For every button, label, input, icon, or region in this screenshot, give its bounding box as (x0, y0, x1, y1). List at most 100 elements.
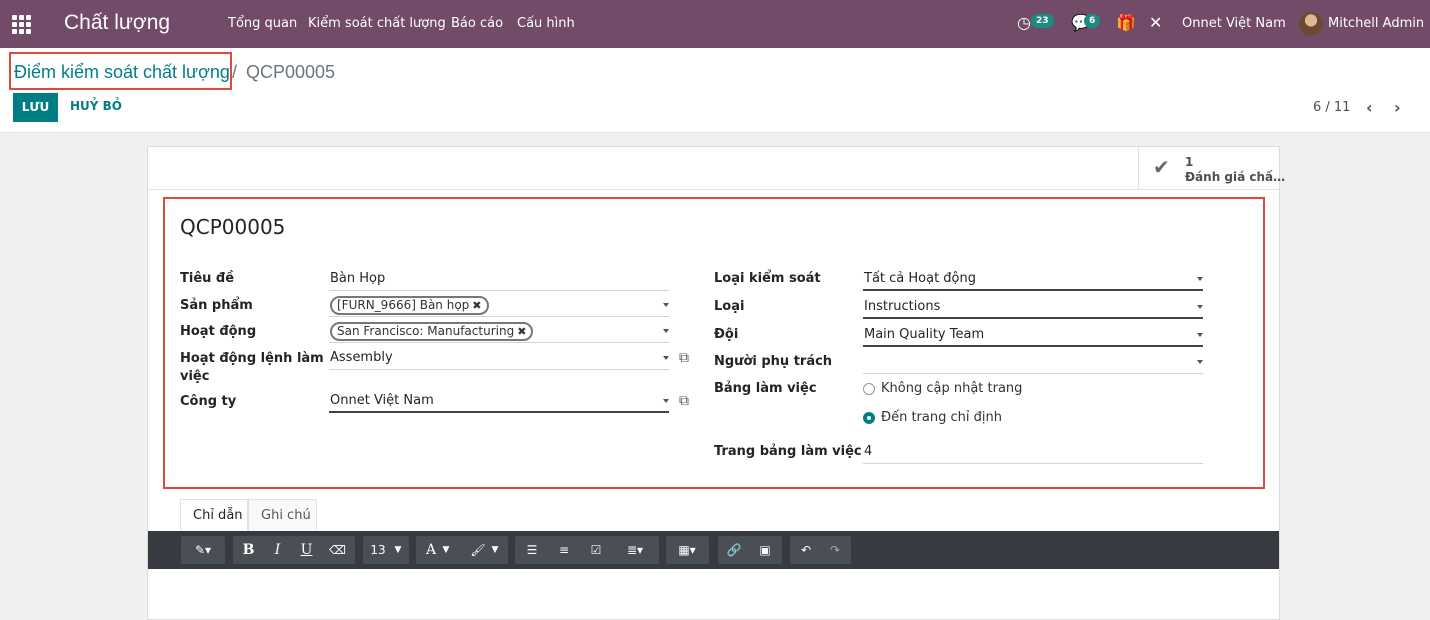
worksheet-page-field[interactable]: 4 (863, 442, 1203, 464)
breadcrumb-separator: / (232, 62, 238, 82)
title-label: Tiêu đề (180, 271, 235, 286)
table-group: ▦▾ (666, 536, 709, 564)
team-label: Đội (714, 327, 739, 342)
undo-icon[interactable]: ↶ (792, 536, 820, 564)
external-link-icon[interactable]: ⧉ (679, 350, 689, 366)
table-icon[interactable]: ▦▾ (668, 536, 706, 564)
link-icon[interactable]: 🔗 (720, 536, 748, 564)
title-field[interactable]: Bàn Họp (329, 269, 669, 291)
remove-tag-icon[interactable]: ✖ (517, 325, 526, 338)
worksheet-radio-noupdate[interactable] (863, 383, 875, 395)
dropdown-caret-icon[interactable] (663, 303, 669, 307)
responsible-label: Người phụ trách (714, 354, 833, 369)
bold-button[interactable]: B (235, 536, 262, 564)
pager-value[interactable]: 6 / 11 (1313, 100, 1350, 115)
italic-button[interactable]: I (264, 536, 291, 564)
paragraph-group: ☰ ≡ ☑ ≣▾ (515, 536, 659, 564)
editor-toolbar: ✎▾ B I U ⌫ 13 ▼ A ▼ 🖌 ▼ ☰ ≡ ☑ ≣▾ ▦▾ 🔗 ▣ … (148, 531, 1279, 569)
menu-quality-control[interactable]: Kiểm soát chất lượng (308, 16, 446, 31)
menu-reporting[interactable]: Báo cáo (451, 16, 503, 31)
checklist-icon[interactable]: ☑ (583, 536, 609, 564)
operation-field[interactable]: San Francisco: Manufacturing ✖ (329, 321, 669, 343)
numbered-list-icon[interactable]: ≡ (551, 536, 577, 564)
top-navbar: Chất lượng Tổng quan Kiểm soát chất lượn… (0, 0, 1430, 48)
save-button[interactable]: LƯU (13, 93, 58, 122)
redo-icon[interactable]: ↷ (821, 536, 849, 564)
dropdown-caret-icon[interactable] (1197, 277, 1203, 281)
tab-instructions[interactable]: Chỉ dẫn (180, 499, 248, 532)
eraser-icon[interactable]: ⌫ (323, 536, 352, 564)
type-field[interactable]: Instructions (863, 297, 1203, 319)
company-field[interactable]: Onnet Việt Nam (329, 391, 669, 413)
company-value: Onnet Việt Nam (330, 393, 434, 408)
insert-group: 🔗 ▣ (718, 536, 782, 564)
chevron-down-icon[interactable]: ▼ (488, 536, 502, 564)
control-type-field[interactable]: Tất cả Hoạt động (863, 269, 1203, 291)
magic-wand-icon[interactable]: ✎▾ (185, 536, 221, 564)
type-value: Instructions (864, 299, 941, 314)
gift-icon[interactable]: 🎁 (1116, 13, 1136, 32)
operation-label: Hoạt động (180, 324, 257, 339)
team-field[interactable]: Main Quality Team (863, 325, 1203, 347)
font-size-dropdown[interactable]: 13 (366, 536, 390, 564)
font-color-button[interactable]: A (422, 536, 440, 564)
brush-icon[interactable]: 🖌 (468, 536, 488, 564)
font-style-group: B I U ⌫ (233, 536, 355, 564)
chevron-down-icon[interactable]: ▼ (391, 536, 405, 564)
history-group: ↶ ↷ (790, 536, 851, 564)
smart-button-label: Đánh giá chấ… (1185, 170, 1286, 184)
remove-tag-icon[interactable]: ✖ (472, 299, 481, 312)
user-avatar[interactable] (1299, 12, 1323, 36)
menu-overview[interactable]: Tổng quan (228, 16, 297, 31)
button-box: ✔ 1 Đánh giá chấ… (148, 147, 1285, 190)
dropdown-caret-icon[interactable] (1197, 333, 1203, 337)
company-switcher[interactable]: Onnet Việt Nam (1182, 16, 1286, 31)
company-label: Công ty (180, 394, 237, 409)
form-sheet: ✔ 1 Đánh giá chấ… QCP00005 Tiêu đề Bàn H… (147, 146, 1285, 620)
highlight-breadcrumb (9, 52, 232, 90)
workorder-operation-label: Hoạt động lệnh làm (180, 351, 324, 366)
discard-button[interactable]: HUỶ BỎ (70, 99, 122, 113)
app-title[interactable]: Chất lượng (64, 11, 170, 35)
operation-tag: San Francisco: Manufacturing ✖ (330, 322, 534, 341)
align-icon[interactable]: ≣▾ (615, 536, 655, 564)
dropdown-caret-icon[interactable] (663, 356, 669, 360)
tab-notes[interactable]: Ghi chú (248, 499, 317, 532)
app-menu-icon[interactable] (12, 15, 32, 34)
chevron-down-icon[interactable]: ▼ (440, 536, 452, 564)
chevron-left-icon[interactable]: ‹ (1366, 98, 1373, 117)
image-icon[interactable]: ▣ (751, 536, 779, 564)
worksheet-option-noupdate[interactable]: Không cập nhật trang (881, 381, 1022, 396)
team-value: Main Quality Team (864, 327, 985, 342)
workorder-operation-value: Assembly (330, 350, 393, 365)
external-link-icon[interactable]: ⧉ (679, 393, 689, 409)
quality-checks-smart-button[interactable]: ✔ 1 Đánh giá chấ… (1138, 147, 1285, 190)
record-title: QCP00005 (180, 215, 286, 239)
worksheet-option-scroll[interactable]: Đến trang chỉ định (881, 410, 1002, 425)
dropdown-caret-icon[interactable] (1197, 305, 1203, 309)
dropdown-caret-icon[interactable] (1197, 360, 1203, 364)
instructions-editor[interactable] (148, 569, 1279, 619)
bullet-list-icon[interactable]: ☰ (519, 536, 545, 564)
responsible-field[interactable] (863, 352, 1203, 374)
product-tag: [FURN_9666] Bàn họp ✖ (330, 296, 489, 315)
underline-button[interactable]: U (293, 536, 320, 564)
workorder-operation-field[interactable]: Assembly (329, 348, 669, 370)
menu-configuration[interactable]: Cấu hình (517, 16, 575, 31)
product-field[interactable]: [FURN_9666] Bàn họp ✖ (329, 295, 669, 317)
worksheet-radio-scroll[interactable] (863, 412, 875, 424)
debug-tools-icon[interactable]: ✕ (1149, 13, 1162, 32)
user-menu[interactable]: Mitchell Admin (1328, 16, 1424, 31)
control-panel: Điểm kiểm soát chất lượng / QCP00005 LƯU… (0, 48, 1430, 133)
dropdown-caret-icon[interactable] (663, 399, 669, 403)
product-label: Sản phẩm (180, 298, 253, 313)
check-icon: ✔ (1153, 155, 1170, 179)
style-group: ✎▾ (181, 536, 225, 564)
activity-clock-icon[interactable]: ◷ (1017, 13, 1031, 32)
smart-button-count: 1 (1185, 155, 1194, 169)
font-size-group: 13 ▼ (363, 536, 409, 564)
control-type-value: Tất cả Hoạt động (864, 271, 977, 286)
dropdown-caret-icon[interactable] (663, 329, 669, 333)
chevron-right-icon[interactable]: › (1394, 98, 1401, 117)
worksheet-label: Bảng làm việc (714, 381, 817, 396)
